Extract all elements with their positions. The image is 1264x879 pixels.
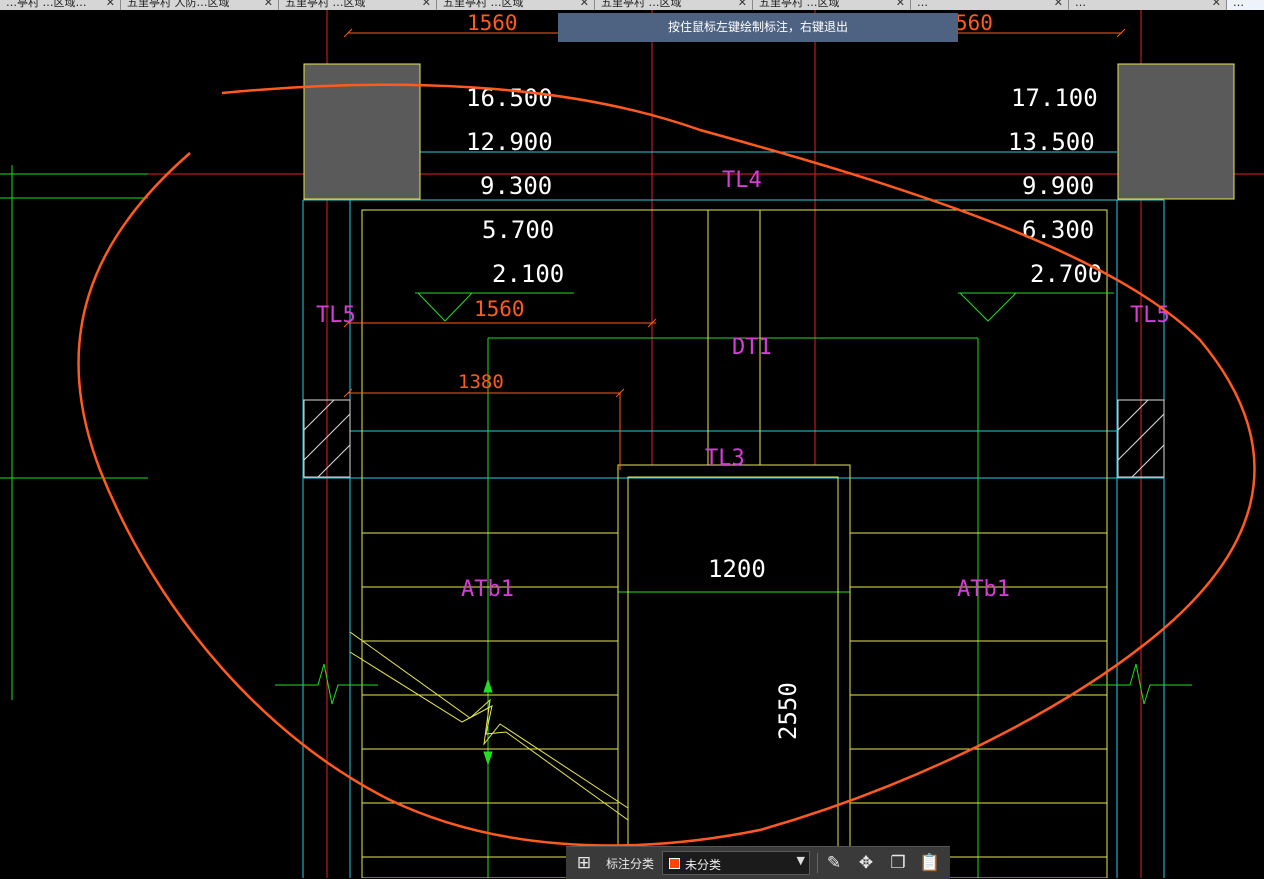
beam-label: TL4 <box>722 168 762 193</box>
toolbar-divider <box>817 853 818 873</box>
close-icon[interactable]: ✕ <box>1212 0 1221 10</box>
category-select[interactable]: 未分类 ▼ <box>662 851 810 875</box>
category-value: 未分类 <box>685 858 722 872</box>
tab-label: 五里亭村 人防…区域 <box>127 0 230 9</box>
tab-label: 五里亭村 …区域 <box>601 0 682 9</box>
dim-text: 1200 <box>708 555 766 583</box>
elevation-text: 9.900 <box>1022 172 1094 200</box>
annotation-toolbar: ⊞ 标注分类 未分类 ▼ ✎ ✥ ❐ 📋 <box>566 846 950 879</box>
elevation-text: 13.500 <box>1008 128 1095 156</box>
close-icon[interactable]: ✕ <box>1054 0 1063 10</box>
document-tab-active[interactable]: … <box>1227 0 1264 10</box>
elevation-text: 12.900 <box>466 128 553 156</box>
document-tab[interactable]: 五里亭村 …区域 ✕ <box>437 0 595 10</box>
stair-label: DT1 <box>732 335 772 360</box>
document-tab-bar: …亭村 …区域… ✕ 五里亭村 人防…区域 ✕ 五里亭村 …区域 ✕ 五里亭村 … <box>0 0 1264 10</box>
tab-label: …亭村 …区域… <box>6 0 87 9</box>
paste-icon[interactable]: 📋 <box>918 851 942 875</box>
elevation-text: 5.700 <box>482 216 554 244</box>
stair-label: ATb1 <box>461 577 514 602</box>
tab-label: 五里亭村 …区域 <box>759 0 840 9</box>
tab-label: … <box>1075 0 1086 9</box>
close-icon[interactable]: ✕ <box>422 0 431 10</box>
document-tab[interactable]: 五里亭村 人防…区域 ✕ <box>121 0 279 10</box>
category-color-swatch <box>669 858 680 869</box>
close-icon[interactable]: ✕ <box>106 0 115 10</box>
beam-label: TL3 <box>705 446 745 471</box>
dim-text: 1560 <box>474 297 525 321</box>
tab-label: 五里亭村 …区域 <box>443 0 524 9</box>
dim-text: 2550 <box>774 682 802 740</box>
elevation-text: 2.700 <box>1030 260 1102 288</box>
category-label: 标注分类 <box>606 857 655 871</box>
beam-label: TL5 <box>316 303 356 328</box>
document-tab[interactable]: 五里亭村 …区域 ✕ <box>595 0 753 10</box>
elevation-text: 2.100 <box>492 260 564 288</box>
break-lines <box>275 663 1192 705</box>
grid-icon[interactable]: ⊞ <box>572 851 596 875</box>
close-icon[interactable]: ✕ <box>896 0 905 10</box>
elevation-text: 17.100 <box>1011 84 1098 112</box>
dim-text: 1560 <box>467 11 518 35</box>
drawing-hint-banner: 按住鼠标左键绘制标注，右键退出 <box>558 13 958 42</box>
close-icon[interactable]: ✕ <box>738 0 747 10</box>
beam-label: TL5 <box>1130 303 1170 328</box>
tab-label: … <box>917 0 928 9</box>
move-icon[interactable]: ✥ <box>854 851 878 875</box>
document-tab[interactable]: 五里亭村 …区域 ✕ <box>753 0 911 10</box>
dim-text: 1380 <box>458 371 504 393</box>
edit-icon[interactable]: ✎ <box>822 851 846 875</box>
close-icon[interactable]: ✕ <box>264 0 273 10</box>
dimension-lines <box>343 28 1126 470</box>
cad-drawing-canvas[interactable]: 1560 560 1560 1380 1200 2550 16.500 12.9… <box>0 10 1264 878</box>
document-tab[interactable]: … ✕ <box>1069 0 1227 10</box>
close-icon[interactable]: ✕ <box>580 0 589 10</box>
document-tab[interactable]: …亭村 …区域… ✕ <box>0 0 121 10</box>
elevation-text: 9.300 <box>480 172 552 200</box>
tab-label: … <box>1233 0 1244 9</box>
stair-label: ATb1 <box>957 577 1010 602</box>
chevron-down-icon: ▼ <box>796 854 805 867</box>
dim-text: 560 <box>955 11 993 35</box>
copy-icon[interactable]: ❐ <box>886 851 910 875</box>
document-tab[interactable]: 五里亭村 …区域 ✕ <box>279 0 437 10</box>
stair-structure <box>349 209 1108 878</box>
document-tab[interactable]: … ✕ <box>911 0 1069 10</box>
tab-label: 五里亭村 …区域 <box>285 0 366 9</box>
